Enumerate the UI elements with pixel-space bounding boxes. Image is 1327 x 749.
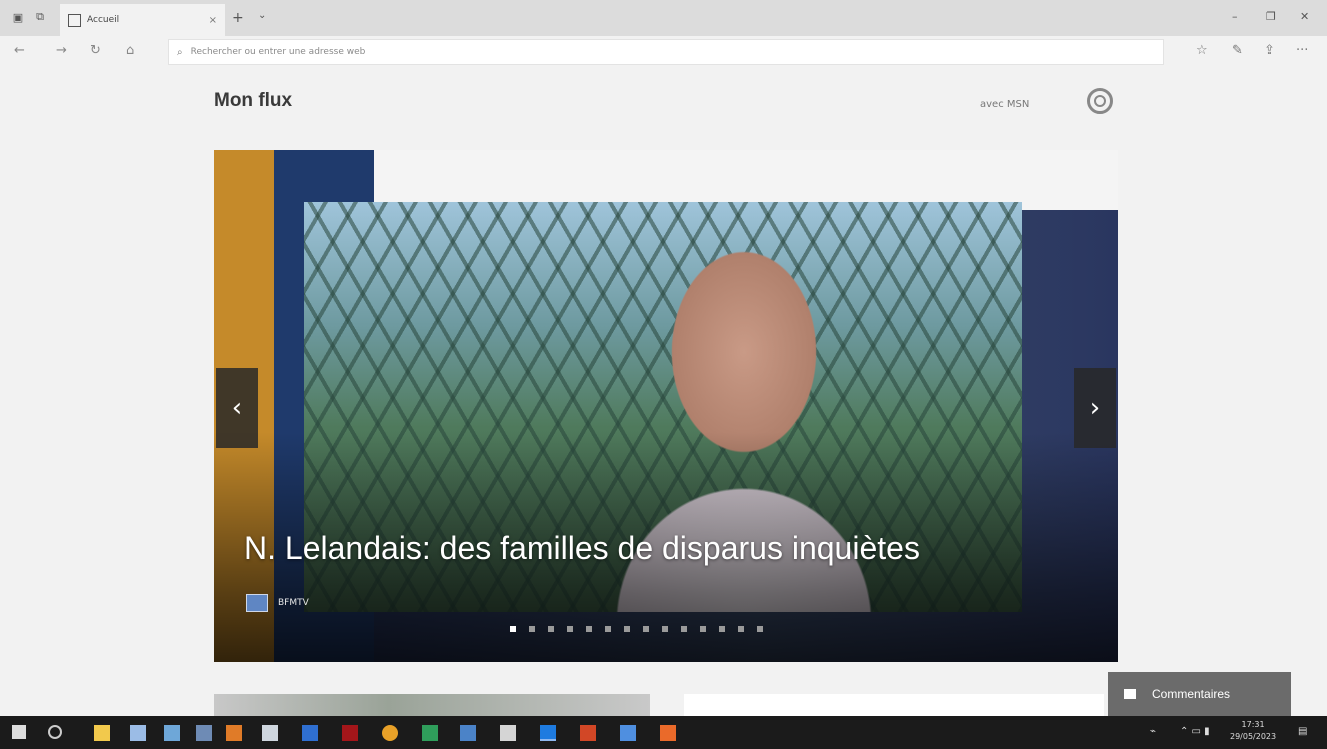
title-bar: ▣ ⧉ Accueil × + ⌄ – ❐ ✕	[0, 0, 1327, 36]
hero-source: BFMTV	[246, 594, 309, 612]
photos-icon[interactable]	[460, 725, 476, 741]
set-aside-tabs-icon[interactable]: ⧉	[32, 9, 48, 25]
clock-date: 29/05/2023	[1230, 732, 1277, 741]
carousel-next-button[interactable]: ›	[1074, 368, 1116, 448]
powered-by-msn-link[interactable]: avec MSN	[980, 99, 1029, 110]
search-icon: ⌕	[177, 46, 183, 58]
carousel-dot[interactable]	[567, 626, 573, 632]
tab-list-chevron-icon[interactable]: ⌄	[258, 10, 266, 21]
clock[interactable]: 17:31 29/05/2023	[1230, 719, 1276, 743]
share-icon[interactable]: ⇪	[1264, 43, 1275, 58]
back-button[interactable]: ←	[14, 43, 25, 58]
app-icon-generic[interactable]	[196, 725, 212, 741]
hero-carousel[interactable]: ‹ › N. Lelandais: des familles de dispar…	[214, 150, 1118, 662]
address-input[interactable]	[190, 47, 1078, 57]
powerpoint-icon[interactable]	[580, 725, 596, 741]
address-bar[interactable]: ⌕	[168, 39, 1164, 65]
carousel-dot[interactable]	[548, 626, 554, 632]
gear-icon[interactable]	[1087, 88, 1113, 114]
chat-icon	[1124, 689, 1136, 699]
carousel-dot[interactable]	[681, 626, 687, 632]
carousel-prev-button[interactable]: ‹	[216, 368, 258, 448]
page-favicon-icon	[68, 13, 81, 27]
navigation-bar: ← → ↻ ⌂ ⌕ ☆ ✎ ⇪ ···	[0, 36, 1327, 68]
notepad-icon[interactable]	[500, 725, 516, 741]
feedback-button[interactable]: Commentaires	[1108, 672, 1291, 716]
carousel-dot[interactable]	[700, 626, 706, 632]
start-icon[interactable]	[12, 725, 26, 739]
cortana-icon[interactable]	[48, 725, 62, 739]
tab-title: Accueil	[87, 15, 120, 25]
tray-icons[interactable]: ⌃ ▭ ▮	[1180, 726, 1210, 737]
carousel-dot[interactable]	[738, 626, 744, 632]
carousel-dot[interactable]	[605, 626, 611, 632]
clock-time: 17:31	[1241, 720, 1265, 729]
vlc-icon[interactable]	[226, 725, 242, 741]
minimize-button[interactable]: –	[1232, 10, 1238, 23]
acrobat-icon[interactable]	[342, 725, 358, 741]
favorites-icon[interactable]: ☆	[1196, 43, 1208, 58]
close-window-button[interactable]: ✕	[1300, 10, 1309, 23]
camera-icon[interactable]	[262, 725, 278, 741]
news-card[interactable]	[684, 694, 1104, 716]
hero-headline-link[interactable]: N. Lelandais: des familles de disparus i…	[244, 530, 920, 567]
store-icon[interactable]	[130, 725, 146, 741]
edge-icon[interactable]	[540, 725, 556, 741]
source-name: BFMTV	[278, 598, 309, 608]
tab-close-icon[interactable]: ×	[209, 15, 217, 26]
web-notes-icon[interactable]: ✎	[1232, 43, 1243, 58]
carousel-dot[interactable]	[643, 626, 649, 632]
forward-button[interactable]: →	[56, 43, 67, 58]
maximize-button[interactable]: ❐	[1266, 10, 1276, 23]
carousel-dot[interactable]	[586, 626, 592, 632]
carousel-dot[interactable]	[662, 626, 668, 632]
more-menu-icon[interactable]: ···	[1296, 43, 1308, 58]
carousel-pagination	[510, 626, 763, 632]
news-card-thumbnail[interactable]	[214, 694, 650, 716]
carousel-dot[interactable]	[624, 626, 630, 632]
feedback-label: Commentaires	[1152, 687, 1231, 701]
carousel-dot[interactable]	[719, 626, 725, 632]
carousel-dot[interactable]	[757, 626, 763, 632]
word-icon[interactable]	[302, 725, 318, 741]
tab-home[interactable]: Accueil ×	[60, 4, 225, 36]
notifications-icon[interactable]: ▤	[1298, 726, 1307, 737]
chrome-icon[interactable]	[382, 725, 398, 741]
file-explorer-icon[interactable]	[94, 725, 110, 741]
carousel-dot[interactable]	[529, 626, 535, 632]
mail-icon[interactable]	[164, 725, 180, 741]
app-icon-orange[interactable]	[660, 725, 676, 741]
source-logo-icon	[246, 594, 268, 612]
excel-icon[interactable]	[422, 725, 438, 741]
home-button[interactable]: ⌂	[126, 43, 134, 58]
carousel-dot[interactable]	[510, 626, 516, 632]
refresh-button[interactable]: ↻	[90, 43, 101, 58]
tab-actions-icon[interactable]: ▣	[10, 9, 26, 25]
page-title: Mon flux	[214, 90, 293, 111]
network-icon[interactable]: ⌁	[1150, 726, 1156, 737]
app-icon-blue[interactable]	[620, 725, 636, 741]
new-tab-button[interactable]: +	[232, 10, 244, 26]
taskbar: ⌁ ⌃ ▭ ▮ 17:31 29/05/2023 ▤	[0, 716, 1327, 749]
